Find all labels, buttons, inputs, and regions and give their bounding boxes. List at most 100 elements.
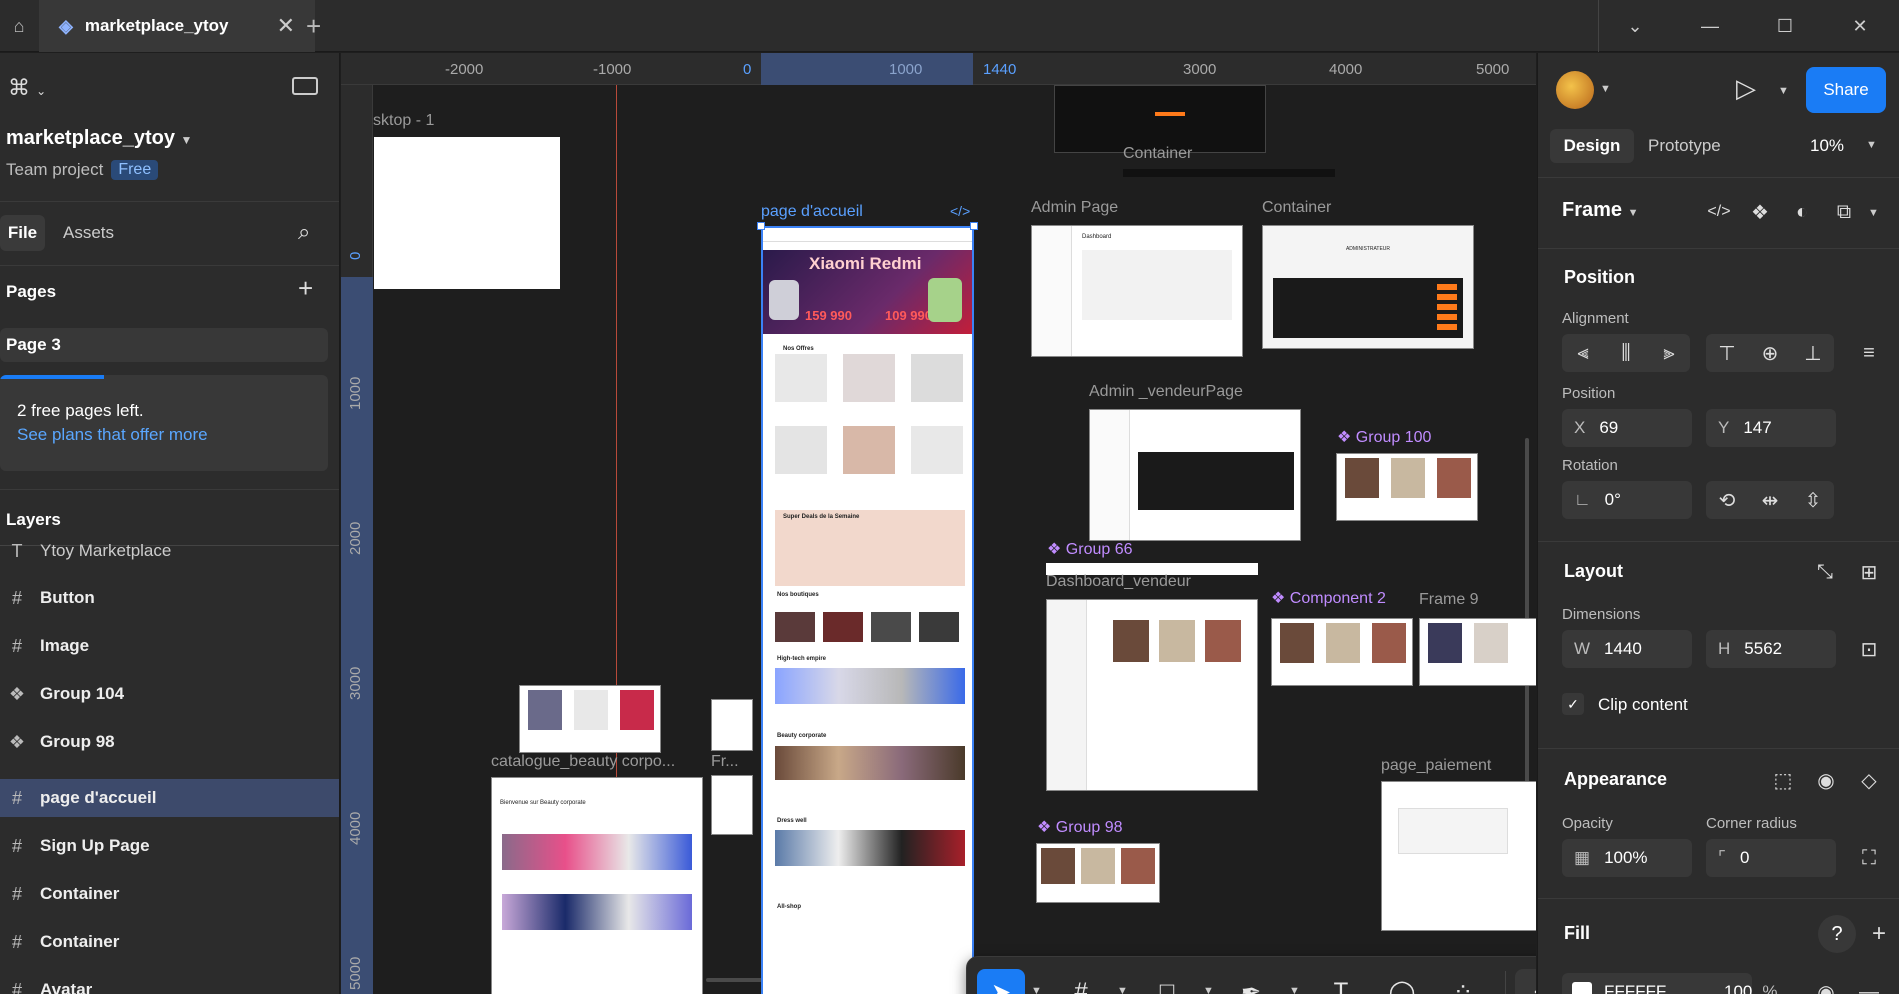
fill-opacity-input[interactable]: 100 % [1724,973,1804,994]
frame-label-group-100[interactable]: ❖ Group 100 [1337,427,1431,447]
frame-label-admin-vendeur[interactable]: Admin _vendeurPage [1089,383,1243,401]
frame-9[interactable] [1419,618,1536,686]
add-page-icon[interactable]: + [298,273,313,304]
code-icon[interactable]: </> [1702,195,1736,229]
chevron-down-icon[interactable]: ▼ [1031,985,1042,994]
layer-item-selected[interactable]: # page d'accueil [0,779,339,817]
frame-admin-page[interactable]: Dashboard [1031,225,1243,357]
chevron-down-icon[interactable]: ▼ [1117,985,1128,994]
close-window-button[interactable]: ✕ [1823,0,1897,52]
frame-admin-vendeur[interactable] [1089,409,1301,541]
frame-container-top[interactable] [1054,85,1266,153]
frame-label-dashboard-vendeur[interactable]: Dashboard_vendeur [1046,573,1191,591]
width-input[interactable]: W 1440 [1562,630,1692,668]
close-tab-icon[interactable]: ✕ [277,13,295,39]
dev-code-icon[interactable]: </> [950,203,970,219]
avatar[interactable] [1556,71,1594,109]
clip-content-checkbox[interactable]: ✓ [1562,693,1584,715]
toggle-sidebar-icon[interactable] [292,77,318,95]
layer-item[interactable]: ❖ Group 98 [0,723,339,761]
frame-label-page-accueil[interactable]: page d'accueil [761,203,863,221]
align-right-icon[interactable]: ⫸ [1652,336,1686,370]
chevron-down-icon[interactable]: ▼ [1203,985,1214,994]
figma-menu-icon[interactable]: ⌘ ⌄ [8,75,46,101]
chevron-down-icon[interactable]: ▼ [1289,985,1300,994]
collapse-icon[interactable]: ⤡ [1808,555,1842,589]
frame-group-104[interactable] [519,685,661,753]
frame-label-admin-page[interactable]: Admin Page [1031,199,1118,217]
frame-page-accueil[interactable]: Xiaomi Redmi 159 990 109 990 Nos Offres … [761,226,974,994]
opacity-input[interactable]: ▦ 100% [1562,839,1692,877]
frame-label-container[interactable]: Container [1123,145,1192,163]
boolean-icon[interactable]: ⧉ [1827,195,1861,229]
layer-item[interactable]: # Sign Up Page [0,827,339,865]
page-item-page-3[interactable]: Page 3 [0,328,328,362]
rotation-input[interactable]: ∟ 0° [1562,481,1692,519]
align-center-icon[interactable]: ⫼ [1609,336,1643,370]
frame-container-right[interactable]: ADMINISTRATEUR [1262,225,1474,349]
chevron-down-icon[interactable]: ▼ [1866,139,1877,151]
chevron-down-icon[interactable]: ▼ [1600,83,1611,95]
layer-item[interactable]: T Ytoy Marketplace [0,538,339,564]
design-canvas[interactable]: -2000 -1000 0 1000 1440 3000 4000 5000 0… [341,53,1536,994]
frame-catalogue[interactable]: Bienvenue sur Beauty corporate [491,777,703,994]
fill-swatch[interactable] [1572,982,1592,994]
y-position-input[interactable]: Y 147 [1706,409,1836,447]
independent-corners-icon[interactable]: ⛶ [1852,841,1886,875]
layer-item[interactable]: # Container [0,923,339,961]
assets-tool-icon[interactable]: ⁘ [1439,969,1487,994]
rotate-icon[interactable]: ⟲ [1710,483,1744,517]
resize-to-fit-icon[interactable]: ⊡ [1852,632,1886,666]
height-input[interactable]: H 5562 [1706,630,1836,668]
frame-tool-icon[interactable]: # [1057,969,1105,994]
project-name[interactable]: marketplace_ytoy ▼ [6,127,192,150]
distribute-icon[interactable]: ≡ [1852,336,1886,370]
add-fill-icon[interactable]: + [1862,917,1896,951]
layer-item[interactable]: ❖ Group 104 [0,675,339,713]
flip-vertical-icon[interactable]: ⇳ [1796,483,1830,517]
frame-label-frame-9[interactable]: Frame 9 [1419,591,1479,609]
frame-container-bar[interactable] [1123,169,1335,177]
visibility-eye-icon[interactable]: ◉ [1809,763,1843,797]
chevron-down-icon[interactable]: ▼ [1868,207,1879,219]
layer-item[interactable]: # Avatar [0,971,339,994]
frame-group-98[interactable] [1036,843,1160,903]
frame-page-paiement[interactable] [1381,781,1536,931]
comment-tool-icon[interactable]: ◯ [1378,969,1426,994]
resize-handle[interactable] [970,222,978,230]
remove-fill-icon[interactable]: — [1852,975,1886,994]
frame-label-desktop[interactable]: sktop - 1 [373,112,434,130]
frame-label-component-2[interactable]: ❖ Component 2 [1271,588,1386,608]
align-left-icon[interactable]: ⫷ [1566,336,1600,370]
plans-link[interactable]: See plans that offer more [17,425,208,445]
frame-label-group-98[interactable]: ❖ Group 98 [1037,817,1123,837]
dropdown-icon[interactable]: ⌄ [1598,0,1672,52]
new-tab-button[interactable]: + [306,11,321,42]
tab-marketplace[interactable]: ◈ marketplace_ytoy ✕ [39,0,315,52]
align-top-icon[interactable]: ⊤ [1710,336,1744,370]
tab-assets[interactable]: Assets [63,223,114,243]
frame-label-container[interactable]: Container [1262,199,1331,217]
frame-small[interactable] [711,775,753,835]
blend-mode-icon[interactable]: ◇ [1852,763,1886,797]
tab-file[interactable]: File [0,215,45,251]
plan-badge[interactable]: Free [111,160,159,180]
frame-small[interactable] [711,699,753,751]
home-icon[interactable]: ⌂ [0,0,38,52]
frame-label-page-paiement[interactable]: page_paiement [1381,757,1491,775]
mask-icon[interactable]: ◐ [1785,195,1819,229]
styles-icon[interactable]: ⬚ [1766,763,1800,797]
frame-label-catalogue[interactable]: catalogue_beauty corpo... [491,753,675,771]
frame-dashboard-vendeur[interactable] [1046,599,1258,791]
minimize-button[interactable]: — [1673,0,1747,52]
tab-design[interactable]: Design [1550,129,1634,163]
layer-item[interactable]: # Button [0,579,339,617]
zoom-level[interactable]: 10% [1810,136,1844,156]
frame-label-fr[interactable]: Fr... [711,753,739,771]
component-icon[interactable]: ❖ [1743,195,1777,229]
frame-desktop[interactable] [374,137,560,289]
frame-group-100[interactable] [1336,453,1478,521]
pen-tool-icon[interactable]: ✒ [1227,969,1275,994]
resize-handle[interactable] [757,222,765,230]
x-position-input[interactable]: X 69 [1562,409,1692,447]
